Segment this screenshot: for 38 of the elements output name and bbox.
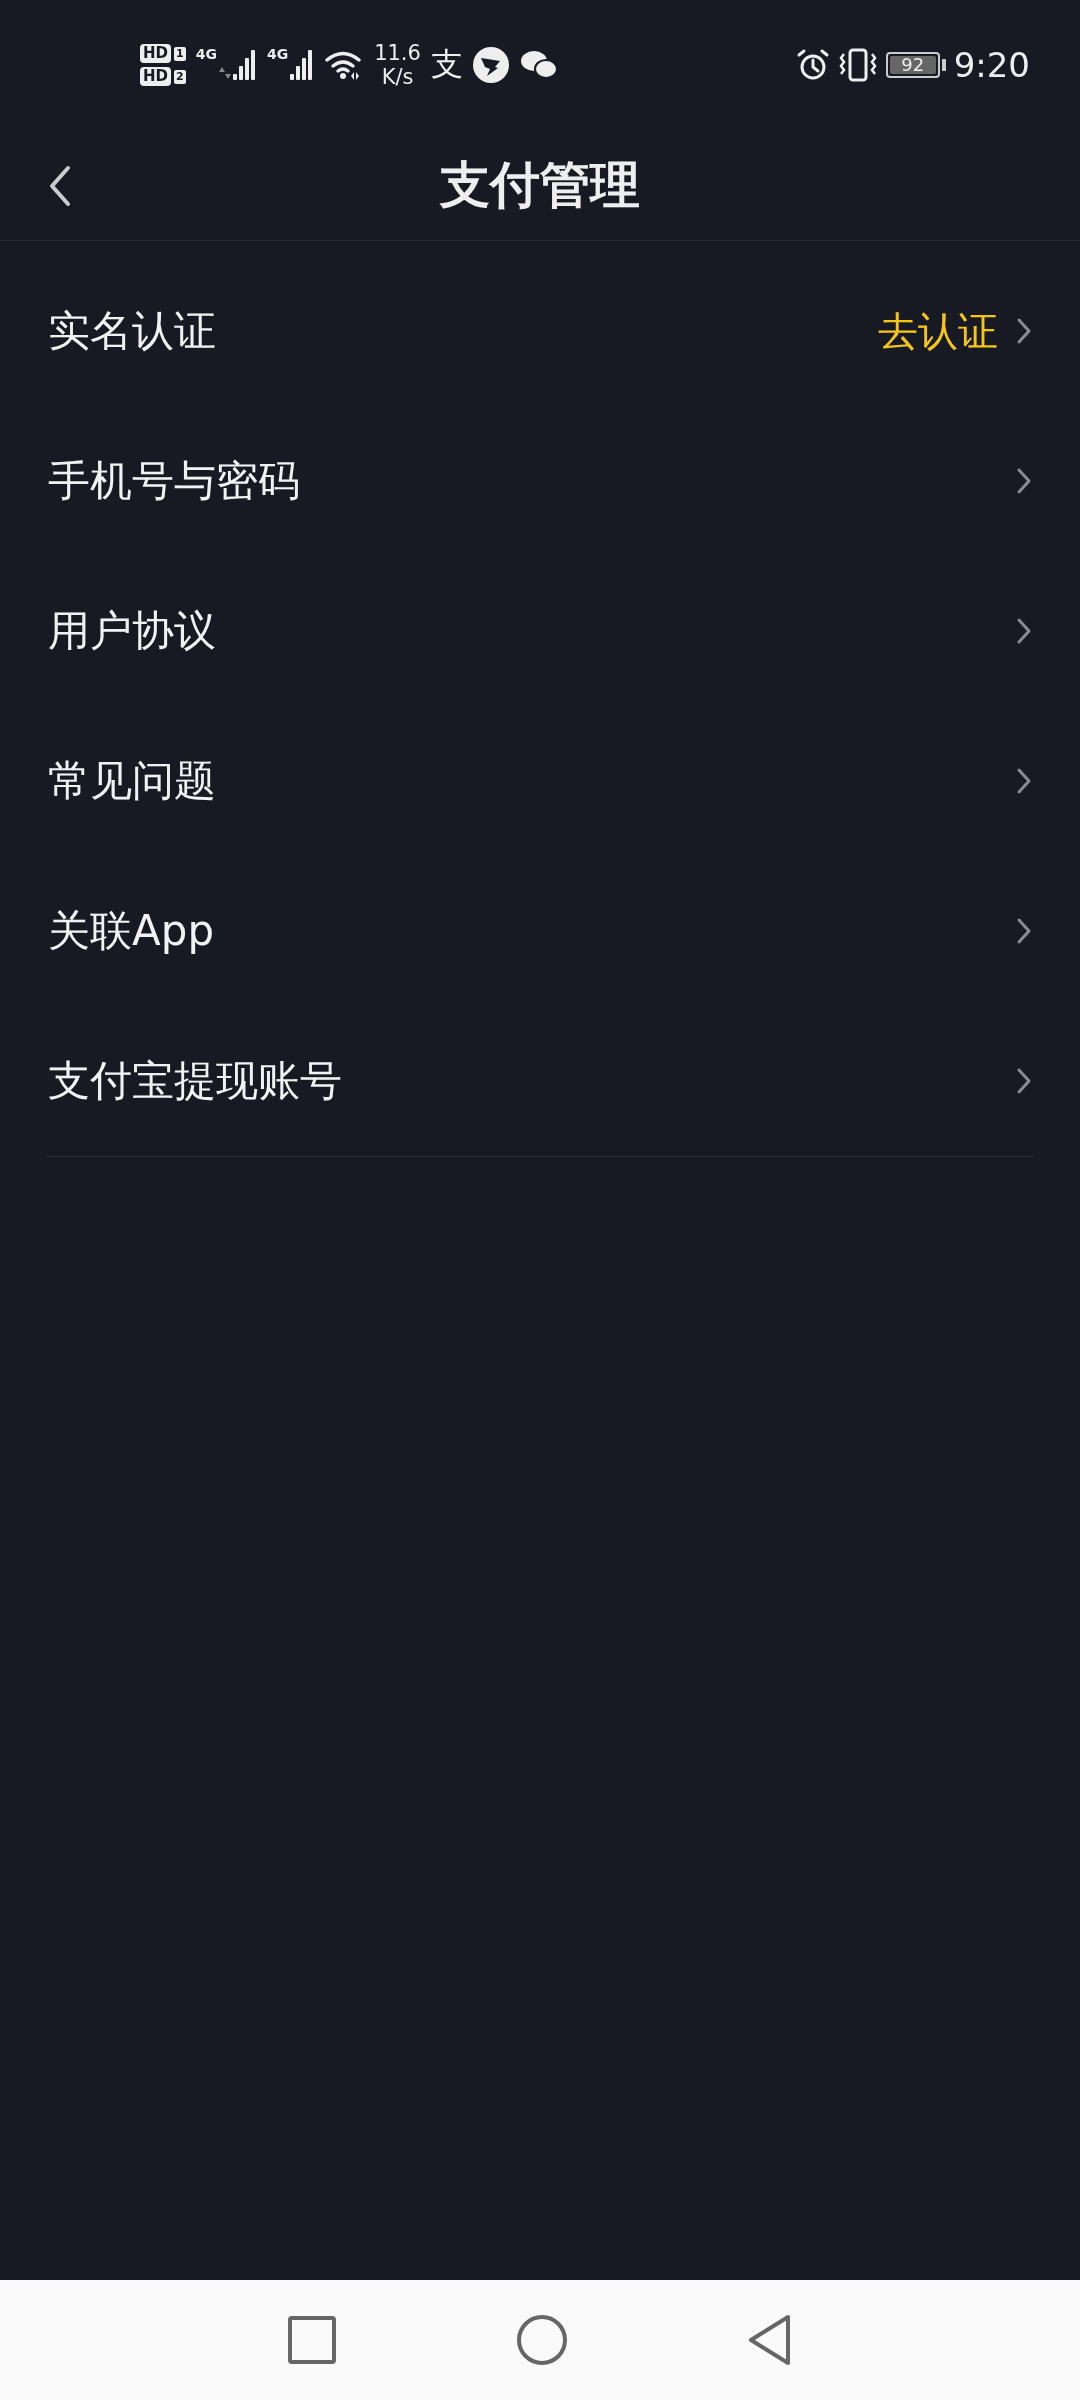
- row-label: 支付宝提现账号: [48, 1055, 343, 1107]
- page-title: 支付管理: [440, 154, 640, 216]
- chevron-icon: [1016, 767, 1032, 795]
- settings-row[interactable]: 用户协议: [48, 556, 1032, 706]
- settings-row[interactable]: 实名认证 去认证: [48, 256, 1032, 406]
- wing-app-icon: [472, 47, 509, 83]
- network-speed-text: 11.6: [374, 41, 421, 65]
- sim-slot-badge: 2: [174, 69, 186, 84]
- network-speed-text: K/s: [381, 65, 414, 89]
- battery-icon: 92: [885, 52, 940, 78]
- network-type-label: 4G: [195, 46, 217, 62]
- back-icon: [48, 164, 72, 208]
- chevron-icon: [1016, 617, 1032, 645]
- network-type-label: 4G: [266, 46, 289, 62]
- chevron-icon: [1016, 917, 1032, 945]
- sim-slot-badge: 1: [174, 46, 186, 61]
- settings-row[interactable]: 常见问题: [48, 706, 1032, 856]
- hd-badge: HD: [140, 67, 171, 86]
- chevron-icon: [1016, 467, 1032, 495]
- row-label: 实名认证: [48, 305, 217, 357]
- chevron-icon: [1016, 317, 1032, 345]
- hd-badge: HD: [140, 44, 171, 63]
- back-nav-button[interactable]: [748, 2314, 792, 2366]
- settings-row[interactable]: 手机号与密码: [48, 406, 1032, 556]
- chevron-icon: [1016, 1067, 1032, 1095]
- vibrate-icon: [837, 48, 878, 82]
- row-label: 常见问题: [48, 755, 217, 807]
- row-value: 去认证: [878, 306, 998, 356]
- settings-row[interactable]: 支付宝提现账号: [48, 1006, 1032, 1156]
- alarm-icon: [795, 48, 830, 82]
- settings-row[interactable]: 关联App: [48, 856, 1032, 1006]
- recent-apps-button[interactable]: [288, 2316, 336, 2364]
- alipay-icon: 支: [430, 43, 463, 87]
- row-label: 手机号与密码: [48, 455, 301, 507]
- row-label: 用户协议: [48, 605, 217, 657]
- row-label: 关联App: [48, 905, 216, 957]
- clock-time: 9:20: [953, 45, 1030, 85]
- home-button[interactable]: [516, 2314, 568, 2366]
